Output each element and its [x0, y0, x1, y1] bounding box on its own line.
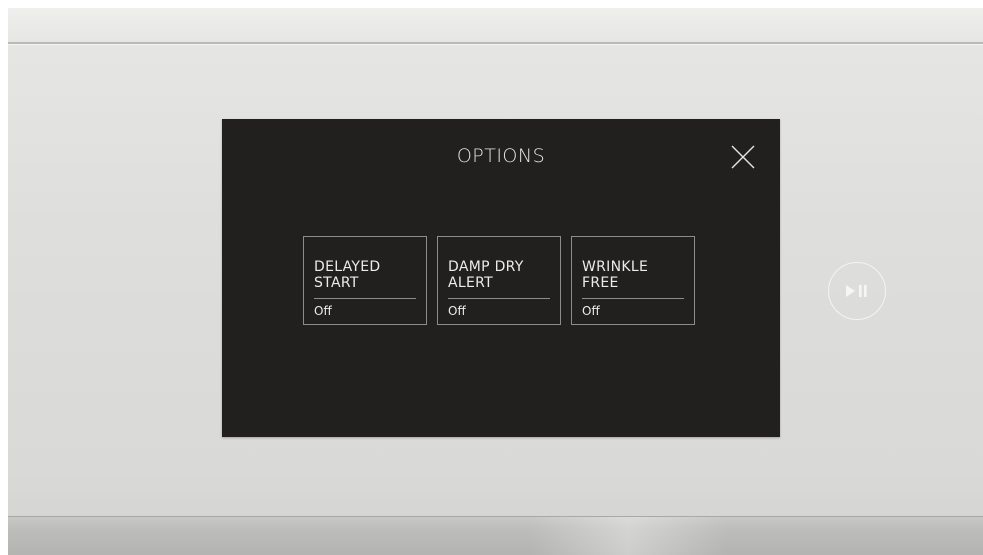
option-divider [582, 298, 684, 299]
option-label-line: DELAYED [314, 259, 381, 275]
play-pause-icon [846, 285, 867, 297]
option-label: DELAYED START [314, 259, 416, 291]
panel-top-edge [8, 8, 983, 44]
option-label-line: ALERT [448, 275, 493, 291]
option-divider [314, 298, 416, 299]
option-label: DAMP DRY ALERT [448, 259, 550, 291]
close-button[interactable] [730, 144, 756, 170]
option-label-line: DAMP DRY [448, 259, 524, 275]
option-value: Off [314, 304, 332, 318]
option-value: Off [582, 304, 600, 318]
option-value: Off [448, 304, 466, 318]
option-label-line: START [314, 275, 359, 291]
delayed-start-option[interactable]: DELAYED START Off [303, 236, 427, 325]
panel-bottom-shine [528, 517, 728, 555]
wrinkle-free-option[interactable]: WRINKLE FREE Off [571, 236, 695, 325]
panel-bottom-edge [8, 516, 983, 555]
play-pause-button[interactable] [828, 262, 886, 320]
option-divider [448, 298, 550, 299]
close-icon [731, 145, 755, 169]
appliance-panel: OPTIONS DELAYED START Off DAMP DRY ALERT [8, 8, 983, 555]
option-label-line: FREE [582, 275, 619, 291]
screen-title: OPTIONS [456, 145, 546, 167]
damp-dry-alert-option[interactable]: DAMP DRY ALERT Off [437, 236, 561, 325]
option-label-line: WRINKLE [582, 259, 649, 275]
options-row: DELAYED START Off DAMP DRY ALERT Off WRI… [303, 236, 695, 325]
options-screen: OPTIONS DELAYED START Off DAMP DRY ALERT [222, 119, 780, 437]
option-label: WRINKLE FREE [582, 259, 684, 291]
